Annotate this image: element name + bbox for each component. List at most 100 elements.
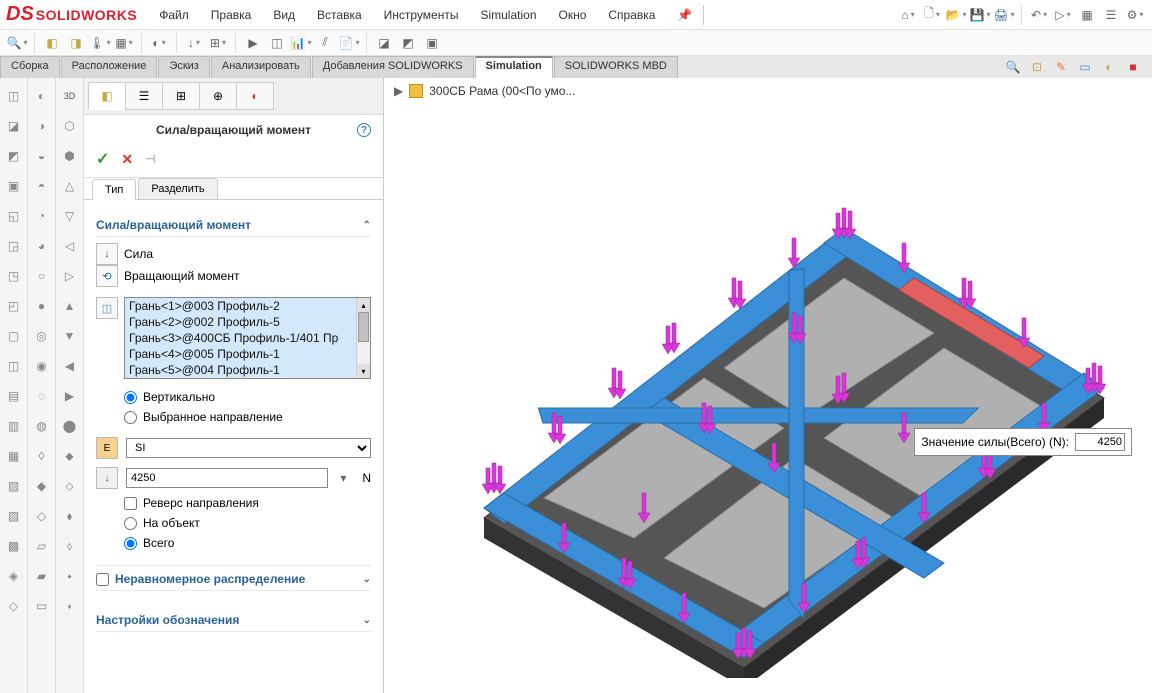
lt3-icon[interactable]: ▷ [60,266,80,286]
list-item[interactable]: Грань<1>@003 Профиль-2 [125,298,370,314]
menu-file[interactable]: Файл [155,6,193,24]
lt1-icon[interactable]: ◰ [4,296,24,316]
lt2-icon[interactable]: ◉ [32,356,52,376]
tab-addins[interactable]: Добавления SOLIDWORKS [312,56,474,78]
menu-edit[interactable]: Правка [207,6,256,24]
menu-view[interactable]: Вид [269,6,299,24]
lt1-icon[interactable]: ◳ [4,266,24,286]
tab-layout[interactable]: Расположение [61,56,158,78]
lt2-icon[interactable]: ◍ [32,416,52,436]
tool-temp-icon[interactable]: 🌡 [89,32,111,54]
tool-mesh-icon[interactable]: ⊞ [207,32,229,54]
lt3-icon[interactable]: ▲ [60,296,80,316]
tool-compare-icon[interactable]: ⫽ [314,32,336,54]
lt1-icon[interactable]: ◪ [4,116,24,136]
print-icon[interactable]: 🖨 [993,4,1015,26]
radio-object-input[interactable] [124,517,137,530]
tool-report-icon[interactable]: 📄 [338,32,360,54]
radio-total[interactable]: Всего [96,533,371,553]
tool-misc1-icon[interactable]: ◪ [373,32,395,54]
lt3-icon[interactable]: ⬪ [60,596,80,616]
lt3-icon[interactable]: ▶ [60,386,80,406]
sub-tab-split[interactable]: Разделить [138,178,217,199]
tool-run-icon[interactable]: ▶ [242,32,264,54]
scroll-track[interactable] [357,312,370,364]
view-zoom-icon[interactable]: 🔍 [1004,58,1022,76]
radio-vertical[interactable]: Вертикально [96,387,371,407]
lt2-icon[interactable]: ● [32,296,52,316]
lt3-icon[interactable]: ⬩ [60,566,80,586]
lt3-icon[interactable]: ⬥ [60,446,80,466]
value-dropdown-icon[interactable]: ▾ [336,471,350,485]
save-icon[interactable]: 💾 [969,4,991,26]
home-icon[interactable]: ⌂ [897,4,919,26]
list-item[interactable]: Грань<4>@005 Профиль-1 [125,346,370,362]
lt1-icon[interactable]: ▣ [4,176,24,196]
panel-tab-appearance-icon[interactable]: ◐ [236,82,274,110]
breadcrumb-arrow-icon[interactable]: ▶ [394,84,403,98]
lt1-icon[interactable]: ▩ [4,536,24,556]
lt3-3d-icon[interactable]: 3D [60,86,80,106]
pin-icon[interactable]: 📌 [673,4,695,26]
list-item[interactable]: Грань<5>@004 Профиль-1 [125,362,370,378]
radio-per-object[interactable]: На объект [96,513,371,533]
nonuniform-checkbox[interactable] [96,573,109,586]
lt2-icon[interactable]: ◕ [32,236,52,256]
panel-tab-feature-icon[interactable]: ◧ [88,82,126,110]
lt3-icon[interactable]: ⬨ [60,536,80,556]
list-icon[interactable]: ☰ [1100,4,1122,26]
menu-tools[interactable]: Инструменты [380,6,463,24]
settings-icon[interactable]: ⚙ [1124,4,1146,26]
radio-selected-input[interactable] [124,411,137,424]
reverse-checkbox[interactable] [124,497,137,510]
open-icon[interactable]: 📂 [945,4,967,26]
view-display-icon[interactable]: ▭ [1076,58,1094,76]
menu-help[interactable]: Справка [604,6,659,24]
lt1-icon[interactable]: ◩ [4,146,24,166]
tool-advisor-icon[interactable]: ◐ [148,32,170,54]
units-select[interactable]: SI [126,438,371,458]
cancel-button[interactable]: ✕ [121,151,133,168]
lt1-icon[interactable]: ◲ [4,236,24,256]
tool-plot-icon[interactable]: 📊 [290,32,312,54]
panel-tab-origin-icon[interactable]: ⊕ [199,82,237,110]
selected-faces-list[interactable]: Грань<1>@003 Профиль-2 Грань<2>@002 Проф… [124,297,371,379]
lt3-icon[interactable]: ▼ [60,326,80,346]
tool-results-icon[interactable]: ◫ [266,32,288,54]
breadcrumb-label[interactable]: 300СБ Рама (00<По умо... [429,84,575,98]
option-torque[interactable]: ⟲ Вращающий момент [96,265,371,287]
list-item[interactable]: Грань<3>@400СБ Профиль-1/401 Пр [125,330,370,346]
scroll-thumb[interactable] [358,312,369,342]
face-select-icon[interactable]: ◫ [96,297,118,319]
scroll-down-icon[interactable]: ▾ [357,364,370,378]
lt3-icon[interactable]: ◁ [60,236,80,256]
view-appearance-icon[interactable]: ■ [1124,58,1142,76]
tab-assembly[interactable]: Сборка [0,56,60,78]
lt1-icon[interactable]: ◱ [4,206,24,226]
radio-total-input[interactable] [124,537,137,550]
sub-tab-type[interactable]: Тип [92,179,136,200]
scroll-up-icon[interactable]: ▴ [357,298,370,312]
select-icon[interactable]: ▷ [1052,4,1074,26]
lt3-icon[interactable]: ▽ [60,206,80,226]
lt1-icon[interactable]: ▢ [4,326,24,346]
view-hide-icon[interactable]: ◐ [1100,58,1118,76]
lt1-icon[interactable]: ▧ [4,476,24,496]
new-icon[interactable]: 🗋 [921,4,943,26]
tab-simulation[interactable]: Simulation [475,56,553,78]
lt3-icon[interactable]: ⬦ [60,476,80,496]
lt1-icon[interactable]: ◇ [4,596,24,616]
lt2-icon[interactable]: ◇ [32,506,52,526]
lt3-icon[interactable]: △ [60,176,80,196]
lt2-icon[interactable]: ◒ [32,146,52,166]
lt2-icon[interactable]: ◐ [32,86,52,106]
lt3-icon[interactable]: ◀ [60,356,80,376]
lt2-icon[interactable]: ▭ [32,596,52,616]
lt3-icon[interactable]: ⬡ [60,116,80,136]
ok-button[interactable]: ✓ [96,149,109,169]
graphics-viewport[interactable]: ▶ 300СБ Рама (00<По умо... [384,78,1152,693]
tool-zoom-icon[interactable]: 🔍 [6,32,28,54]
menu-window[interactable]: Окно [555,6,591,24]
list-item[interactable]: Грань<2>@002 Профиль-5 [125,314,370,330]
tooltip-value-input[interactable] [1075,433,1125,451]
